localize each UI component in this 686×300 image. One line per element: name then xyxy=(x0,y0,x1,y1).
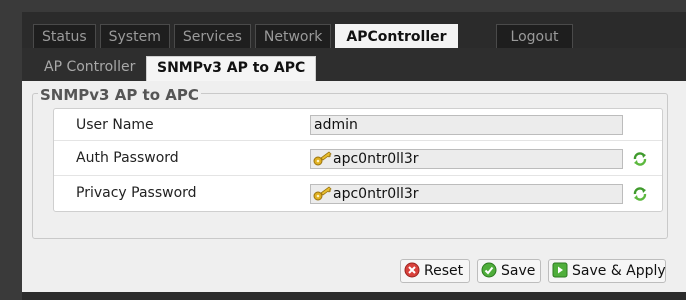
auth-password-input[interactable]: apc0ntr0ll3r xyxy=(310,149,623,169)
username-value: admin xyxy=(314,117,358,133)
tab-services[interactable]: Services xyxy=(173,24,251,48)
form-row-auth-password: Auth Password apc0ntr0ll3r xyxy=(54,141,662,176)
check-icon xyxy=(481,262,497,278)
save-label: Save xyxy=(501,263,536,279)
form-row-privacy-password: Privacy Password apc0ntr0ll3r xyxy=(54,176,662,211)
main-tabs: Status System Services Network APControl… xyxy=(33,24,574,48)
tab-status[interactable]: Status xyxy=(33,24,96,48)
reset-icon xyxy=(404,262,420,278)
tab-network[interactable]: Network xyxy=(254,24,332,48)
reset-label: Reset xyxy=(424,263,464,279)
sub-tabs: AP Controller SNMPv3 AP to APC xyxy=(22,48,686,81)
tab-system[interactable]: System xyxy=(99,24,170,48)
username-label: User Name xyxy=(76,117,154,133)
privacy-password-input[interactable]: apc0ntr0ll3r xyxy=(310,184,623,204)
auth-password-label: Auth Password xyxy=(76,150,179,166)
subtab-snmpv3-ap-to-apc[interactable]: SNMPv3 AP to APC xyxy=(146,56,317,81)
key-icon xyxy=(313,151,332,166)
reset-button[interactable]: Reset xyxy=(400,259,470,283)
settings-form: User Name admin Auth Password apc0ntr0ll… xyxy=(53,108,663,212)
tab-apcontroller[interactable]: APController xyxy=(335,24,458,48)
section-legend: SNMPv3 AP to APC xyxy=(38,86,201,104)
save-apply-label: Save & Apply xyxy=(572,263,666,279)
tab-logout[interactable]: Logout xyxy=(495,24,574,48)
privacy-password-label: Privacy Password xyxy=(76,185,197,201)
auth-password-value: apc0ntr0ll3r xyxy=(333,151,419,167)
key-icon xyxy=(313,186,332,201)
content-panel: AP Controller SNMPv3 AP to APC SNMPv3 AP… xyxy=(22,48,686,292)
reveal-password-icon[interactable] xyxy=(632,151,648,167)
subtab-ap-controller[interactable]: AP Controller xyxy=(34,56,146,81)
save-button[interactable]: Save xyxy=(477,259,541,283)
form-row-username: User Name admin xyxy=(54,109,662,141)
privacy-password-value: apc0ntr0ll3r xyxy=(333,186,419,202)
username-input[interactable]: admin xyxy=(310,115,623,135)
reveal-password-icon[interactable] xyxy=(632,186,648,202)
save-apply-button[interactable]: Save & Apply xyxy=(548,259,666,283)
apply-icon xyxy=(552,262,568,278)
